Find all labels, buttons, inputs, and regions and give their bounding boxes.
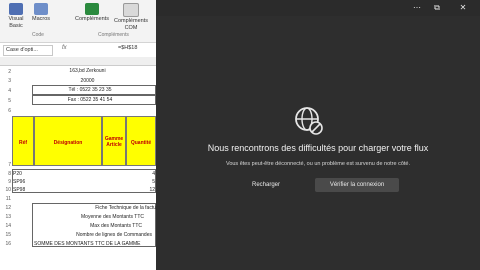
header-quantite: Quantité: [130, 140, 152, 146]
row-number: 16: [5, 241, 11, 247]
address-line: 163,bd Zerkouni: [69, 68, 106, 74]
row-number: 9: [8, 179, 11, 185]
row-number: 10: [5, 187, 11, 193]
formula-input[interactable]: =$H$18: [118, 45, 137, 51]
visual-basic-button[interactable]: Visual Basic: [5, 3, 27, 30]
phone-line: Tél : 0522 35 23 35: [68, 87, 112, 93]
fax-line: Fax : 0522 35 41 54: [67, 97, 113, 103]
close-icon[interactable]: ✕: [456, 2, 470, 14]
table-row-qty: 12: [149, 187, 155, 193]
visual-basic-label: Visual Basic: [8, 16, 24, 29]
table-row-qty: 5: [152, 179, 155, 185]
row-number: 12: [5, 205, 11, 211]
reload-button[interactable]: Recharger: [240, 178, 292, 192]
more-icon[interactable]: ⋯: [410, 2, 424, 14]
group-code: Code: [32, 32, 44, 38]
summary-somme: SOMME DES MONTANTS TTC DE LA GAMME: [34, 241, 141, 247]
complements-com-label: Compléments COM: [114, 18, 148, 31]
row-number: 6: [8, 108, 11, 114]
row-number: 15: [5, 232, 11, 238]
header-designation: Désignation: [53, 140, 83, 146]
row-number: 2: [8, 69, 11, 75]
summary-title: Fiche Technique de la factu: [95, 205, 156, 211]
table-row-ref: SP96: [13, 179, 26, 185]
panel-titlebar: ⋯ ⧉ ✕: [156, 0, 480, 16]
fx-label: fx: [62, 45, 67, 51]
table-row-qty: 4: [152, 171, 155, 177]
macros-button[interactable]: Macros: [30, 3, 52, 23]
summary-nombre: Nombre de lignes de Commandes: [76, 232, 152, 238]
row-number: 3: [8, 78, 11, 84]
row-number: 14: [5, 223, 11, 229]
name-box[interactable]: Case d'opti...: [3, 45, 53, 56]
error-title: Nous rencontrons des difficultés pour ch…: [207, 143, 429, 153]
complements-com-icon: [123, 3, 139, 17]
complements-com-button[interactable]: Compléments COM: [112, 3, 150, 32]
table-row-ref: P20: [13, 171, 22, 177]
row-number: 8: [8, 171, 11, 177]
postal-code: 20000: [80, 78, 95, 84]
group-complements: Compléments: [98, 32, 129, 38]
data-table: [12, 169, 156, 193]
summary-moyenne: Moyenne des Montants TTC: [81, 214, 144, 220]
complements-button[interactable]: Compléments: [74, 3, 110, 23]
visual-basic-icon: [9, 3, 23, 15]
complements-icon: [85, 3, 99, 15]
macros-label: Macros: [31, 16, 51, 22]
row-number: 4: [8, 88, 11, 94]
error-description: Vous êtes peut-être déconnecté, ou un pr…: [225, 161, 411, 167]
row-number: 13: [5, 214, 11, 220]
header-gamme: Gamme Article: [104, 136, 124, 148]
globe-error-icon: [295, 107, 323, 135]
row-number: 11: [5, 196, 11, 202]
check-connection-button[interactable]: Vérifier la connexion: [315, 178, 399, 192]
restore-icon[interactable]: ⧉: [430, 2, 444, 14]
row-number: 7: [8, 162, 11, 168]
header-ref: Réf: [18, 140, 28, 146]
complements-label: Compléments: [75, 16, 109, 22]
macros-icon: [34, 3, 48, 15]
summary-max: Max des Montants TTC: [90, 223, 142, 229]
row-number: 5: [8, 98, 11, 104]
table-row-ref: SP98: [13, 187, 26, 193]
